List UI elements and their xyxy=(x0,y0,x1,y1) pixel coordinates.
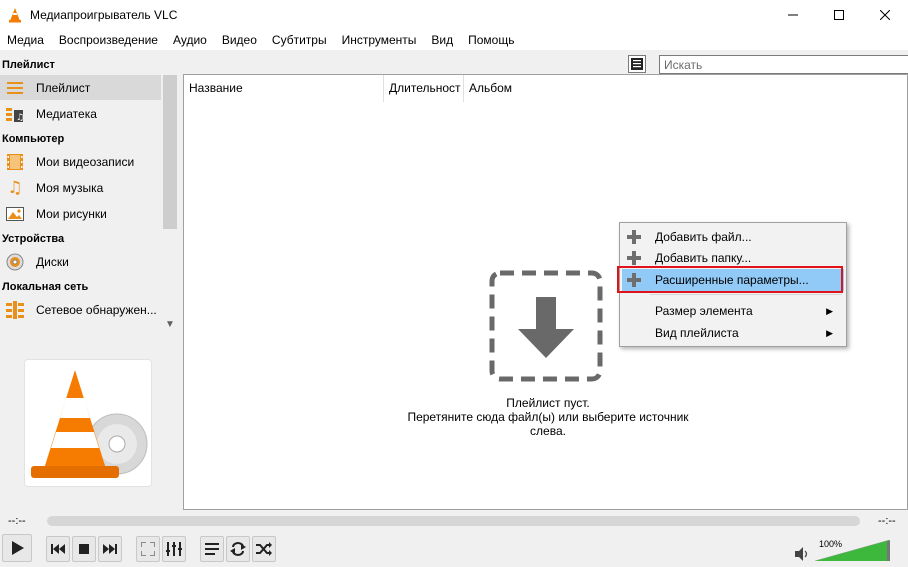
menu-tools[interactable]: Инструменты xyxy=(335,30,425,50)
sidebar-scrollbar-thumb[interactable] xyxy=(163,75,177,229)
submenu-arrow-icon: ▶ xyxy=(826,305,833,316)
previous-button[interactable] xyxy=(46,536,70,562)
menu-item-item-size[interactable]: Размер элемента ▶ xyxy=(622,300,844,322)
media-library-icon: ♫ xyxy=(6,105,24,123)
sidebar-item-label: Диски xyxy=(36,254,69,269)
sidebar-item-label: Мои рисунки xyxy=(36,206,107,221)
sidebar-item-label: Плейлист xyxy=(36,80,91,95)
sidebar-item-label: Моя музыка xyxy=(36,180,104,195)
sidebar-item-label: Сетевое обнаружен... xyxy=(36,302,157,317)
minimize-button[interactable] xyxy=(770,0,816,30)
menu-item-playlist-view[interactable]: Вид плейлиста ▶ xyxy=(622,322,844,344)
menu-item-add-file[interactable]: Добавить файл... xyxy=(622,226,844,248)
empty-playlist-title: Плейлист пуст. xyxy=(506,396,590,410)
sidebar-item-my-pictures[interactable]: Мои рисунки xyxy=(0,201,161,226)
close-icon xyxy=(880,10,890,20)
toggle-playlist-button[interactable] xyxy=(200,536,224,562)
fullscreen-button[interactable] xyxy=(136,536,160,562)
loop-button[interactable] xyxy=(226,536,250,562)
menu-item-label: Добавить файл... xyxy=(655,230,752,244)
sidebar-item-my-videos[interactable]: Мои видеозаписи xyxy=(0,149,161,174)
sidebar-item-discs[interactable]: Диски xyxy=(0,249,161,274)
sidebar-item-label: Мои видеозаписи xyxy=(36,154,135,169)
elapsed-time: --:-- xyxy=(8,515,26,527)
menu-view[interactable]: Вид xyxy=(424,30,461,50)
column-header-duration[interactable]: Длительност xyxy=(384,75,464,102)
title-bar: Медиапроигрыватель VLC xyxy=(0,0,908,30)
plus-icon xyxy=(627,251,641,265)
previous-icon xyxy=(51,544,65,554)
network-icon xyxy=(6,300,24,319)
stop-icon xyxy=(79,544,89,554)
sidebar-item-library[interactable]: ♫ Медиатека xyxy=(0,101,161,126)
next-icon xyxy=(103,544,117,554)
maximize-button[interactable] xyxy=(816,0,862,30)
sidebar-item-playlist[interactable]: Плейлист xyxy=(0,75,161,100)
disc-icon xyxy=(6,253,24,271)
vlc-cone-icon xyxy=(9,8,21,23)
menu-audio[interactable]: Аудио xyxy=(166,30,215,50)
shuffle-button[interactable] xyxy=(252,536,276,562)
column-header-title[interactable]: Название xyxy=(184,75,384,102)
sidebar-item-label: Медиатека xyxy=(36,106,97,121)
volume-percentage: 100% xyxy=(819,539,843,549)
play-icon xyxy=(12,541,24,555)
window-title: Медиапроигрыватель VLC xyxy=(30,8,178,22)
shuffle-icon xyxy=(256,542,272,556)
next-button[interactable] xyxy=(98,536,122,562)
vlc-cone-disc-icon xyxy=(31,370,148,478)
menu-video[interactable]: Видео xyxy=(215,30,265,50)
menu-help[interactable]: Помощь xyxy=(461,30,522,50)
minimize-icon xyxy=(788,14,798,16)
picture-icon xyxy=(6,205,24,223)
sidebar-header-computer: Компьютер xyxy=(2,133,65,145)
sidebar-item-my-music[interactable]: ♫ Моя музыка xyxy=(0,175,161,200)
close-button[interactable] xyxy=(862,0,908,30)
svg-text:♫: ♫ xyxy=(16,113,24,122)
menu-bar: Медиа Воспроизведение Аудио Видео Субтит… xyxy=(0,30,908,50)
music-note-icon: ♫ xyxy=(7,177,23,198)
column-header-album[interactable]: Альбом xyxy=(464,75,564,102)
playlist-toggle-icon xyxy=(205,543,219,555)
chevron-down-icon[interactable]: ▼ xyxy=(165,319,175,330)
menu-item-label: Вид плейлиста xyxy=(655,326,739,340)
menu-playback[interactable]: Воспроизведение xyxy=(52,30,166,50)
equalizer-icon xyxy=(166,542,182,556)
drop-arrow-icon xyxy=(489,270,603,382)
search-input[interactable] xyxy=(659,55,908,74)
extended-settings-button[interactable] xyxy=(162,536,186,562)
album-art xyxy=(24,359,152,487)
menu-item-label: Добавить папку... xyxy=(655,251,752,265)
maximize-icon xyxy=(834,10,844,20)
sidebar-header-playlist: Плейлист xyxy=(2,59,55,71)
sidebar-header-devices: Устройства xyxy=(2,233,65,245)
play-button[interactable] xyxy=(2,534,32,562)
empty-playlist-hint: Перетяните сюда файл(ы) или выберите ист… xyxy=(407,410,689,438)
playlist-icon xyxy=(6,79,24,97)
sidebar-scrollbar[interactable]: ▼ xyxy=(162,75,178,335)
plus-icon xyxy=(627,230,641,244)
fullscreen-icon xyxy=(141,542,155,556)
list-view-icon xyxy=(631,58,643,70)
menu-separator xyxy=(650,294,842,295)
stop-button[interactable] xyxy=(72,536,96,562)
menu-subtitles[interactable]: Субтитры xyxy=(265,30,335,50)
film-icon xyxy=(6,153,24,171)
submenu-arrow-icon: ▶ xyxy=(826,327,833,338)
total-time: --:-- xyxy=(878,515,896,527)
sidebar-header-local-network: Локальная сеть xyxy=(2,281,89,293)
speaker-icon[interactable] xyxy=(795,547,809,561)
highlight-frame xyxy=(617,266,843,293)
playlist-view-button[interactable] xyxy=(628,55,646,73)
seek-slider[interactable] xyxy=(47,516,860,526)
menu-item-label: Размер элемента xyxy=(655,304,753,318)
sidebar-item-network-discovery[interactable]: Сетевое обнаружен... xyxy=(0,297,161,322)
loop-icon xyxy=(230,542,246,556)
menu-media[interactable]: Медиа xyxy=(0,30,52,50)
